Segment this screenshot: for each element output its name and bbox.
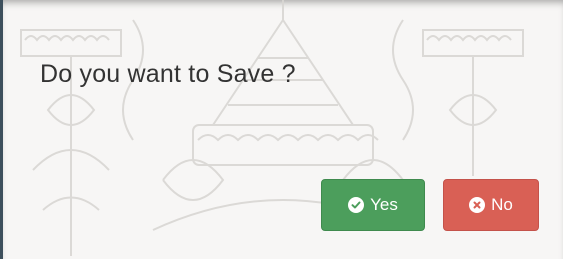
check-circle-icon [348, 197, 365, 213]
no-button[interactable]: No [443, 179, 539, 231]
yes-button-label: Yes [370, 195, 398, 214]
yes-button[interactable]: Yes [321, 179, 425, 231]
confirm-dialog: Do you want to Save ? Yes No [3, 0, 563, 259]
times-circle-icon [469, 197, 486, 213]
no-button-label: No [491, 195, 513, 214]
dialog-message: Do you want to Save ? [40, 60, 296, 88]
